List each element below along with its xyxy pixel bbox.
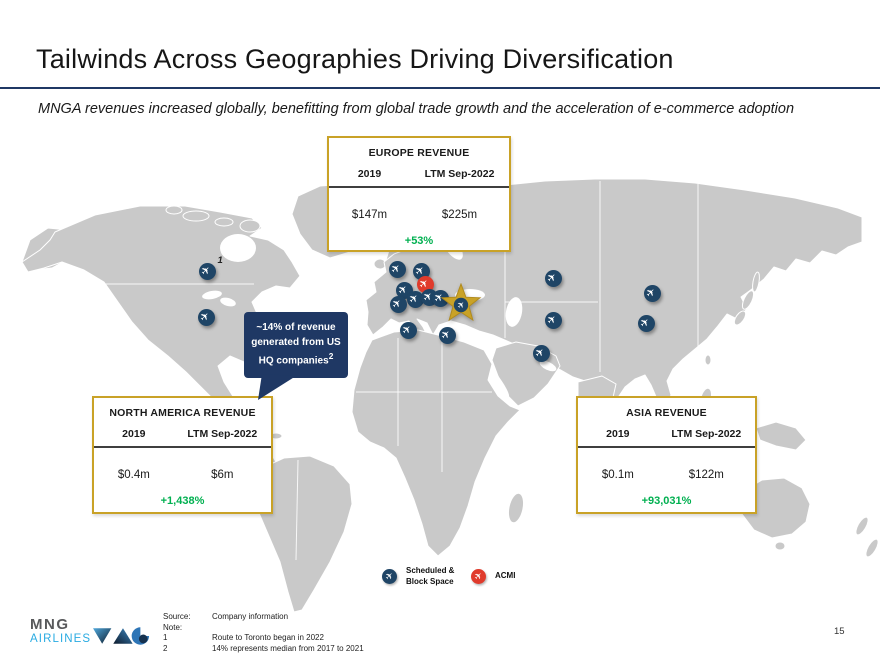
us-revenue-callout: ~14% of revenue generated from US HQ com…: [244, 312, 348, 378]
value-2019: $147m: [329, 209, 410, 221]
note-1-text: Route to Toronto began in 2022: [212, 633, 364, 642]
scheduled-route-marker: ✈1: [199, 263, 216, 280]
airplane-icon: ✈: [546, 313, 560, 327]
table-value-row: $147m $225m: [329, 209, 509, 221]
acmi-legend-label: ACMI: [495, 571, 515, 582]
acmi-legend-marker: ✈: [471, 569, 486, 584]
growth-value: +53%: [329, 235, 509, 247]
airplane-icon: ✈: [645, 286, 659, 300]
scheduled-legend-marker: ✈: [382, 569, 397, 584]
scheduled-route-marker: ✈: [198, 309, 215, 326]
table-header-row: 2019 LTM Sep-2022: [329, 168, 509, 188]
table-value-row: $0.4m $6m: [94, 469, 271, 481]
table-header-row: 2019 LTM Sep-2022: [94, 428, 271, 448]
airplane-icon: ✈: [200, 264, 214, 278]
callout-text: ~14% of revenue generated from US HQ com…: [251, 322, 340, 366]
note-1-num: 1: [163, 633, 212, 642]
slide: Tailwinds Across Geographies Driving Div…: [0, 0, 880, 660]
mng-airlines-logo: MNG AIRLINES: [30, 617, 151, 646]
col-header-ltm: LTM Sep-2022: [174, 428, 271, 440]
asia-revenue-table: ASIA REVENUE 2019 LTM Sep-2022 $0.1m $12…: [576, 396, 757, 514]
airplane-icon: ✈: [440, 328, 454, 342]
growth-value: +93,031%: [578, 495, 755, 507]
scheduled-route-marker: ✈: [638, 315, 655, 332]
scheduled-route-marker: ✈: [389, 261, 406, 278]
map-footnote-ref: 1: [218, 255, 223, 266]
hub-star-icon: ✈: [440, 283, 482, 325]
col-header-ltm: LTM Sep-2022: [410, 168, 509, 180]
logo-text-mng: MNG: [30, 617, 91, 632]
col-header-2019: 2019: [94, 428, 174, 440]
col-header-2019: 2019: [329, 168, 410, 180]
value-ltm: $122m: [658, 469, 755, 481]
table-value-row: $0.1m $122m: [578, 469, 755, 481]
mng-logo-mark-icon: [93, 626, 151, 646]
growth-value: +1,438%: [94, 495, 271, 507]
title-divider: [0, 87, 880, 89]
table-title: ASIA REVENUE: [578, 398, 755, 419]
source-value: Company information: [212, 612, 364, 621]
airplane-icon: ✈: [391, 297, 405, 311]
scheduled-route-marker: ✈: [400, 322, 417, 339]
note-spacer: [212, 623, 364, 632]
value-ltm: $6m: [174, 469, 271, 481]
scheduled-route-marker: ✈: [545, 312, 562, 329]
callout-tail: [248, 374, 308, 404]
note-2-text: 14% represents median from 2017 to 2021: [212, 644, 364, 653]
page-title: Tailwinds Across Geographies Driving Div…: [36, 44, 674, 75]
value-ltm: $225m: [410, 209, 509, 221]
airplane-icon: ✈: [199, 310, 213, 324]
north-america-revenue-table: NORTH AMERICA REVENUE 2019 LTM Sep-2022 …: [92, 396, 273, 514]
col-header-2019: 2019: [578, 428, 658, 440]
table-title: NORTH AMERICA REVENUE: [94, 398, 271, 419]
scheduled-route-marker: ✈: [545, 270, 562, 287]
logo-text-airlines: AIRLINES: [30, 634, 91, 646]
airplane-icon: ✈: [408, 292, 422, 306]
map-legend: ✈ Scheduled & Block Space ✈ ACMI: [382, 566, 515, 588]
airplane-icon: ✈: [383, 571, 395, 583]
page-number: 15: [834, 626, 845, 637]
value-2019: $0.4m: [94, 469, 174, 481]
value-2019: $0.1m: [578, 469, 658, 481]
note-label: Note:: [163, 623, 212, 632]
subtitle: MNGA revenues increased globally, benefi…: [38, 101, 794, 117]
note-2-num: 2: [163, 644, 212, 653]
europe-revenue-table: EUROPE REVENUE 2019 LTM Sep-2022 $147m $…: [327, 136, 511, 252]
callout-footnote-ref: 2: [329, 351, 334, 361]
airplane-icon: ✈: [639, 316, 653, 330]
scheduled-route-marker: ✈: [644, 285, 661, 302]
airplane-icon: ✈: [401, 323, 415, 337]
airplane-icon: ✈: [546, 271, 560, 285]
airplane-icon: ✈: [472, 571, 484, 583]
source-label: Source:: [163, 612, 212, 621]
table-title: EUROPE REVENUE: [329, 138, 509, 159]
scheduled-legend-label: Scheduled & Block Space: [406, 566, 462, 588]
scheduled-route-marker: ✈: [439, 327, 456, 344]
airplane-icon: ✈: [534, 346, 548, 360]
scheduled-route-marker: ✈: [533, 345, 550, 362]
table-header-row: 2019 LTM Sep-2022: [578, 428, 755, 448]
source-notes: Source: Company information Note: 1 Rout…: [163, 612, 364, 653]
col-header-ltm: LTM Sep-2022: [658, 428, 755, 440]
scheduled-route-marker: ✈: [390, 296, 407, 313]
airplane-icon: ✈: [390, 262, 404, 276]
